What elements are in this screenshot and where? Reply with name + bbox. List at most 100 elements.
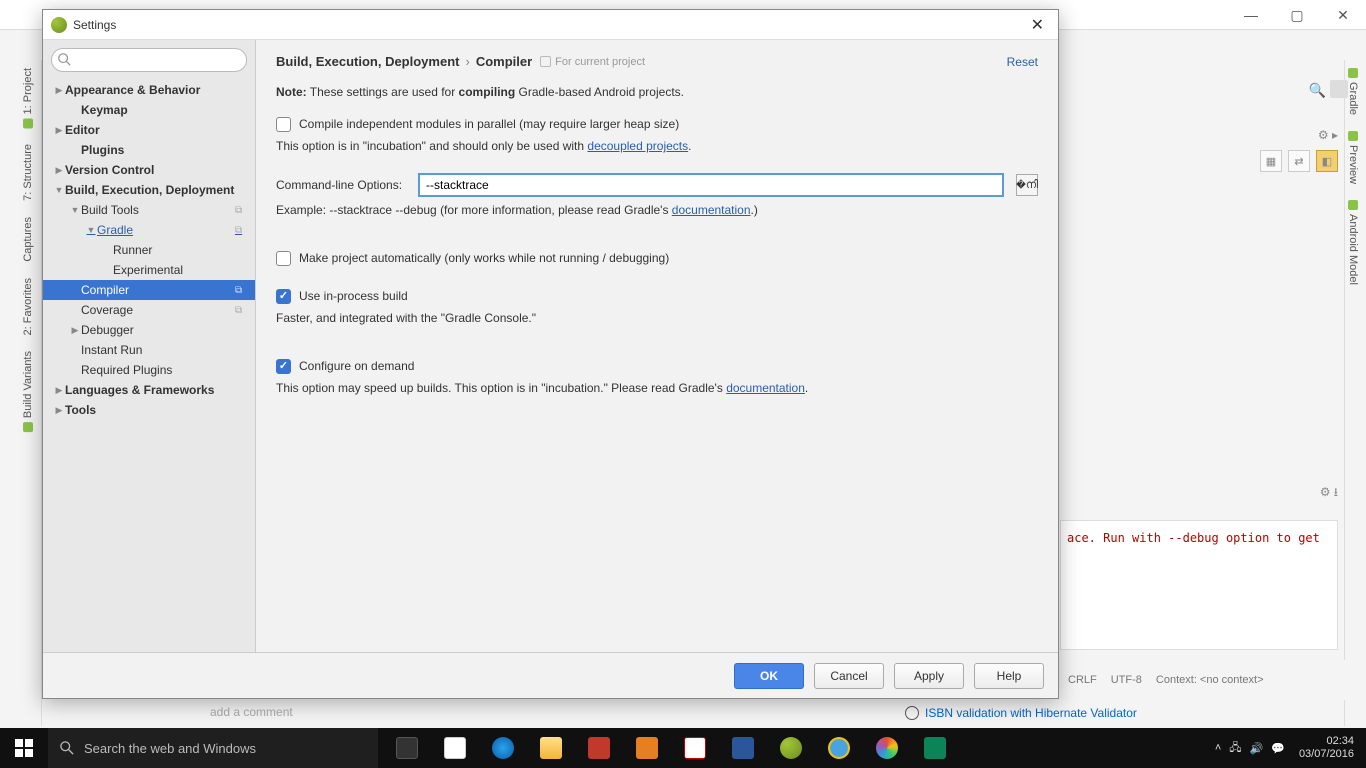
dialog-title: Settings <box>73 18 116 32</box>
compile-parallel-checkbox[interactable] <box>276 117 291 132</box>
tree-editor[interactable]: ▶Editor <box>43 120 255 140</box>
copy-icon: ⧉ <box>235 205 249 216</box>
system-tray[interactable]: ˄ 🖧 🔊 💬 02:34 03/07/2016 <box>1215 735 1366 761</box>
tree-required-plugins[interactable]: Required Plugins <box>43 360 255 380</box>
documentation-link[interactable]: documentation <box>726 381 805 395</box>
add-comment-link[interactable]: add a comment <box>210 705 293 719</box>
tree-vcs[interactable]: ▶Version Control <box>43 160 255 180</box>
tree-keymap[interactable]: Keymap <box>43 100 255 120</box>
taskbar-apps <box>378 728 958 768</box>
tree-compiler[interactable]: Compiler⧉ <box>43 280 255 300</box>
tree-build-tools[interactable]: ▼Build Tools⧉ <box>43 200 255 220</box>
cancel-button[interactable]: Cancel <box>814 663 884 689</box>
toolbar-icon[interactable]: ⇄ <box>1288 150 1310 172</box>
apply-button[interactable]: Apply <box>894 663 964 689</box>
tray-chevron-up-icon[interactable]: ˄ <box>1215 742 1221 754</box>
tree-runner[interactable]: Runner <box>43 240 255 260</box>
tree-gradle[interactable]: ▼Gradle⧉ <box>43 220 255 240</box>
settings-search-input[interactable] <box>51 48 247 72</box>
help-button[interactable]: Help <box>974 663 1044 689</box>
tab-preview[interactable]: Preview <box>1345 123 1361 192</box>
android-studio-button[interactable] <box>768 728 814 768</box>
app-button[interactable] <box>624 728 670 768</box>
minimize-button[interactable]: — <box>1228 0 1274 30</box>
tree-instant-run[interactable]: Instant Run <box>43 340 255 360</box>
ie-button[interactable] <box>816 728 862 768</box>
documentation-link[interactable]: documentation <box>672 203 751 217</box>
tab-structure[interactable]: 7: Structure <box>20 136 36 209</box>
app-button[interactable] <box>912 728 958 768</box>
make-auto-checkbox[interactable] <box>276 251 291 266</box>
taskbar-search[interactable]: Search the web and Windows <box>48 728 378 768</box>
status-context[interactable]: Context: <no context> <box>1156 674 1264 686</box>
tab-favorites[interactable]: 2: Favorites <box>20 270 36 343</box>
tree-plugins[interactable]: Plugins <box>43 140 255 160</box>
tree-coverage[interactable]: Coverage⧉ <box>43 300 255 320</box>
note-text: Note: These settings are used for compil… <box>276 83 1038 101</box>
make-auto-label: Make project automatically (only works w… <box>299 249 669 267</box>
tree-languages[interactable]: ▶Languages & Frameworks <box>43 380 255 400</box>
paint-icon <box>876 737 898 759</box>
gradle-console-output[interactable]: ace. Run with --debug option to get <box>1060 520 1338 650</box>
ok-button[interactable]: OK <box>734 663 804 689</box>
app-button[interactable] <box>576 728 622 768</box>
status-crlf[interactable]: CRLF <box>1068 674 1097 686</box>
breadcrumb-parent[interactable]: Build, Execution, Deployment <box>276 54 459 69</box>
tree-tools[interactable]: ▶Tools <box>43 400 255 420</box>
in-process-desc: Faster, and integrated with the "Gradle … <box>276 309 1038 327</box>
command-line-input[interactable] <box>418 173 1004 197</box>
tab-build-variants[interactable]: Build Variants <box>20 343 36 440</box>
status-encoding[interactable]: UTF-8 <box>1111 674 1142 686</box>
toolbar-icon[interactable]: ◧ <box>1316 150 1338 172</box>
settings-dialog: Settings ✕ ▶Appearance & Behavior Keymap… <box>42 9 1059 699</box>
panel-gear[interactable]: ⚙ ▸ <box>1318 128 1338 142</box>
notification-icon[interactable]: 💬 <box>1271 742 1285 755</box>
tab-project[interactable]: 1: Project <box>20 60 36 136</box>
chevron-right-icon: › <box>465 54 469 69</box>
explorer-button[interactable] <box>528 728 574 768</box>
close-button[interactable]: ✕ <box>1320 0 1366 30</box>
ide-right-toolwindow-bar[interactable]: Gradle Preview Android Model <box>1344 60 1366 726</box>
network-icon[interactable]: 🖧 <box>1229 739 1241 758</box>
android-studio-icon <box>51 17 67 33</box>
in-process-checkbox[interactable] <box>276 289 291 304</box>
settings-tree[interactable]: ▶Appearance & Behavior Keymap ▶Editor Pl… <box>43 80 255 652</box>
dialog-titlebar[interactable]: Settings ✕ <box>43 10 1058 40</box>
tree-debugger[interactable]: ▶Debugger <box>43 320 255 340</box>
word-button[interactable] <box>720 728 766 768</box>
decoupled-projects-link[interactable]: decoupled projects <box>587 139 688 153</box>
project-icon <box>540 56 551 67</box>
expand-field-button[interactable]: �നി <box>1016 174 1038 196</box>
reset-link[interactable]: Reset <box>1007 55 1038 69</box>
search-icon[interactable]: 🔍 <box>1309 82 1326 99</box>
paint-button[interactable] <box>864 728 910 768</box>
settings-content: Build, Execution, Deployment › Compiler … <box>256 40 1058 652</box>
tree-build-execution-deployment[interactable]: ▼Build, Execution, Deployment <box>43 180 255 200</box>
store-button[interactable] <box>432 728 478 768</box>
copy-icon: ⧉ <box>235 305 249 316</box>
configure-on-demand-checkbox[interactable] <box>276 359 291 374</box>
taskview-button[interactable] <box>384 728 430 768</box>
maximize-button[interactable]: ▢ <box>1274 0 1320 30</box>
toolbar-icon[interactable]: ▦ <box>1260 150 1282 172</box>
tab-captures[interactable]: Captures <box>20 209 36 270</box>
tree-experimental[interactable]: Experimental <box>43 260 255 280</box>
tree-appearance[interactable]: ▶Appearance & Behavior <box>43 80 255 100</box>
ide-left-toolwindow-bar[interactable]: 1: Project 7: Structure Captures 2: Favo… <box>20 60 42 726</box>
globe-icon <box>905 706 919 720</box>
volume-icon[interactable]: 🔊 <box>1250 742 1264 755</box>
dialog-close-button[interactable]: ✕ <box>1025 15 1050 35</box>
edge-button[interactable] <box>480 728 526 768</box>
notification-link[interactable]: ISBN validation with Hibernate Validator <box>905 706 1137 720</box>
configure-desc: This option may speed up builds. This op… <box>276 379 1038 397</box>
tab-android-model[interactable]: Android Model <box>1345 192 1361 293</box>
word-icon <box>732 737 754 759</box>
mcafee-button[interactable] <box>672 728 718 768</box>
ide-statusbar: CRLF UTF-8 Context: <no context> <box>1060 660 1366 700</box>
start-button[interactable] <box>0 728 48 768</box>
console-header: ⚙ ⭳ <box>1060 480 1338 506</box>
taskbar-clock[interactable]: 02:34 03/07/2016 <box>1293 735 1360 761</box>
settings-sidebar: ▶Appearance & Behavior Keymap ▶Editor Pl… <box>43 40 256 652</box>
windows-taskbar[interactable]: Search the web and Windows ˄ 🖧 🔊 💬 02:34… <box>0 728 1366 768</box>
avatar[interactable] <box>1330 80 1348 98</box>
